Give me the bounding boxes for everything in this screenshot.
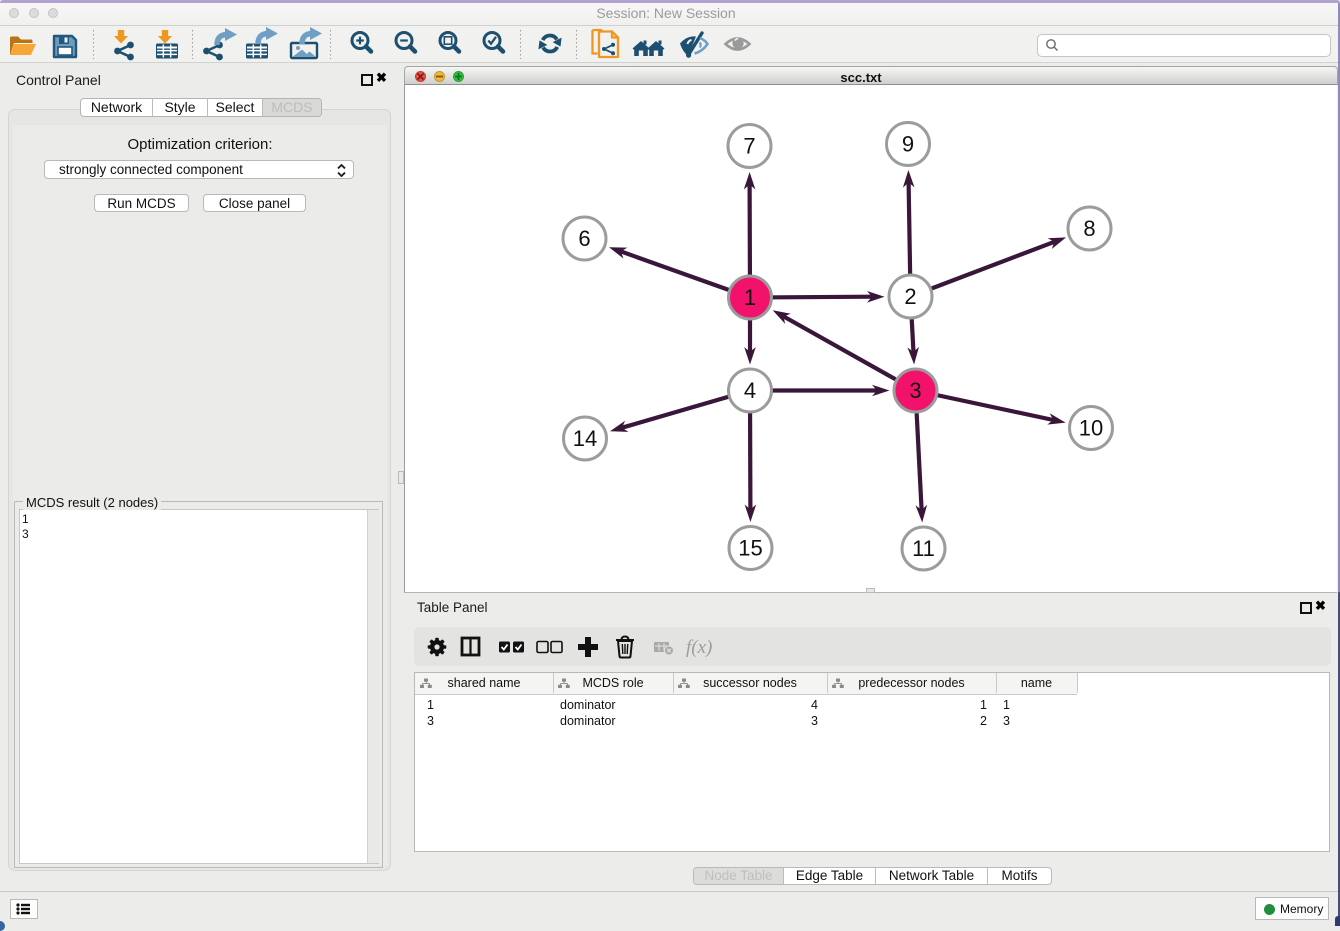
svg-text:3: 3 [909, 378, 921, 403]
svg-text:1: 1 [744, 285, 756, 310]
svg-text:7: 7 [743, 134, 755, 159]
svg-text:4: 4 [744, 378, 756, 403]
svg-text:14: 14 [573, 426, 597, 451]
svg-text:2: 2 [904, 284, 916, 309]
svg-text:f(x): f(x) [686, 637, 712, 658]
svg-text:15: 15 [738, 536, 762, 561]
svg-text:10: 10 [1079, 416, 1103, 441]
svg-text:11: 11 [912, 536, 935, 561]
svg-text:9: 9 [902, 132, 914, 157]
svg-text:6: 6 [578, 226, 590, 251]
svg-text:8: 8 [1083, 216, 1095, 241]
